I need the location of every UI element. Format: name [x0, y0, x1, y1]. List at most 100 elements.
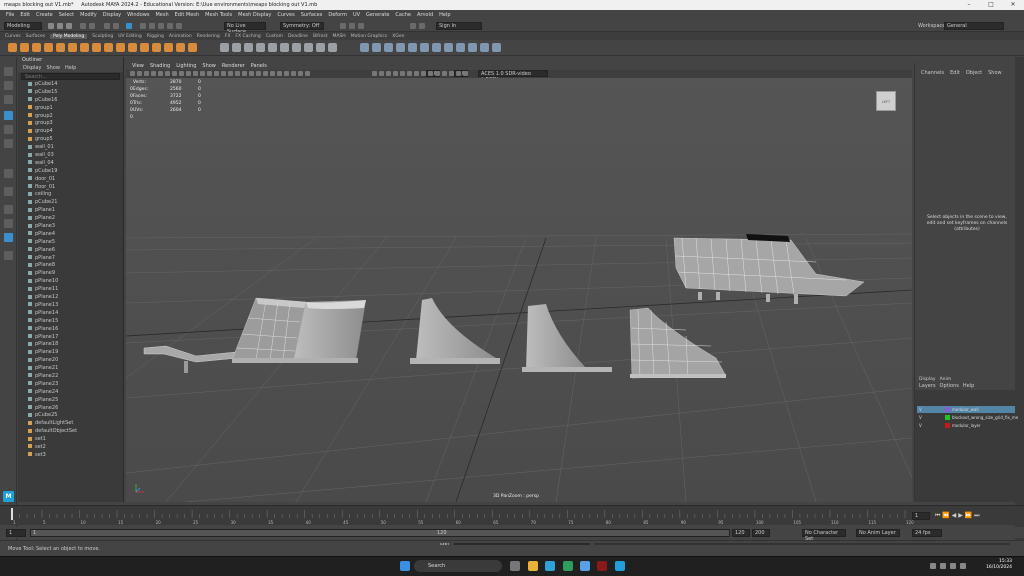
- menu-edit-mesh[interactable]: Edit Mesh: [175, 12, 199, 18]
- paint-select-icon[interactable]: [4, 95, 13, 104]
- range-bar[interactable]: 1 120: [30, 529, 730, 537]
- shelf-tab-poly-modeling[interactable]: Poly Modeling: [50, 34, 88, 39]
- outliner-item[interactable]: door_01: [18, 176, 123, 184]
- outliner-item[interactable]: floor_01: [18, 184, 123, 192]
- shelf-tab-bifrost[interactable]: Bifrost: [313, 34, 328, 39]
- bevel-icon[interactable]: [280, 43, 289, 52]
- viewport-tool-icon[interactable]: [172, 71, 177, 76]
- outliner-item[interactable]: group2: [18, 113, 123, 121]
- select-object-icon[interactable]: [113, 23, 119, 29]
- outliner-item[interactable]: wall_04: [18, 160, 123, 168]
- range-start-field[interactable]: 1: [6, 529, 26, 537]
- outliner-item[interactable]: pPlane21: [18, 365, 123, 373]
- pyramid-icon[interactable]: [104, 43, 113, 52]
- viewport-tool-icon[interactable]: [463, 71, 468, 76]
- torus-icon[interactable]: [56, 43, 65, 52]
- menu-arnold[interactable]: Arnold: [417, 12, 433, 18]
- outliner-item[interactable]: set2: [18, 444, 123, 452]
- outliner-item[interactable]: pPlane19: [18, 349, 123, 357]
- mirror-icon[interactable]: [268, 43, 277, 52]
- shelf-tab-fx-caching[interactable]: FX Caching: [235, 34, 260, 39]
- menu-mesh-display[interactable]: Mesh Display: [238, 12, 271, 18]
- outliner-item[interactable]: group3: [18, 120, 123, 128]
- workspace-dropdown[interactable]: General: [944, 22, 1004, 30]
- maya-taskbar-icon[interactable]: [615, 561, 625, 571]
- minimize-icon[interactable]: –: [958, 0, 980, 10]
- open-scene-icon[interactable]: [57, 23, 63, 29]
- viewport-tool-icon[interactable]: [270, 71, 275, 76]
- outliner-item[interactable]: pPlane9: [18, 270, 123, 278]
- menu-curves[interactable]: Curves: [277, 12, 294, 18]
- viewport-tool-icon[interactable]: [284, 71, 289, 76]
- menu-edit[interactable]: Edit: [20, 12, 30, 18]
- colorspace-dropdown[interactable]: ACES 1.0 SDR-video (sRGB): [478, 70, 548, 83]
- chevron-up-icon[interactable]: [930, 563, 936, 569]
- outliner-item[interactable]: set1: [18, 436, 123, 444]
- viewport-tool-icon[interactable]: [428, 71, 433, 76]
- viewport-tool-icon[interactable]: [277, 71, 282, 76]
- pause-icon[interactable]: [419, 23, 425, 29]
- viewport-tool-icon[interactable]: [242, 71, 247, 76]
- visibility-toggle[interactable]: V: [919, 422, 922, 429]
- outliner-item[interactable]: pPlane3: [18, 223, 123, 231]
- viewport-tool-icon[interactable]: [421, 71, 426, 76]
- viewport-menu-view[interactable]: View: [132, 63, 144, 69]
- viewport-tool-icon[interactable]: [386, 71, 391, 76]
- viewport-tool-icon[interactable]: [291, 71, 296, 76]
- separate-icon[interactable]: [232, 43, 241, 52]
- viewport-tool-icon[interactable]: [151, 71, 156, 76]
- outliner-item[interactable]: pCube25: [18, 412, 123, 420]
- viewport-tool-icon[interactable]: [207, 71, 212, 76]
- outliner-item[interactable]: pCube15: [18, 89, 123, 97]
- outliner-layout-icon[interactable]: [4, 205, 13, 214]
- outliner-item[interactable]: defaultLightSet: [18, 420, 123, 428]
- viewport-tool-icon[interactable]: [186, 71, 191, 76]
- viewport-tool-icon[interactable]: [379, 71, 384, 76]
- outliner-search[interactable]: Search...: [21, 73, 120, 80]
- sew-uv-icon[interactable]: [456, 43, 465, 52]
- viewport-tool-icon[interactable]: [235, 71, 240, 76]
- viewport-tool-icon[interactable]: [442, 71, 447, 76]
- outliner-item[interactable]: pPlane8: [18, 262, 123, 270]
- outliner-item[interactable]: pPlane6: [18, 247, 123, 255]
- range-end-field[interactable]: 120: [732, 529, 750, 537]
- outliner-menu-help[interactable]: Help: [65, 65, 76, 71]
- menu-display[interactable]: Display: [103, 12, 121, 18]
- normals-icon[interactable]: [492, 43, 501, 52]
- outliner-item[interactable]: defaultObjectSet: [18, 428, 123, 436]
- menu-create[interactable]: Create: [36, 12, 53, 18]
- disc-icon[interactable]: [80, 43, 89, 52]
- viewport-tool-icon[interactable]: [407, 71, 412, 76]
- platonic-icon[interactable]: [92, 43, 101, 52]
- outliner-item[interactable]: group4: [18, 128, 123, 136]
- viewport-tool-icon[interactable]: [158, 71, 163, 76]
- shelf-tab-rigging[interactable]: Rigging: [147, 34, 164, 39]
- viewport-tool-icon[interactable]: [435, 71, 440, 76]
- sign-in-dropdown[interactable]: Sign In: [436, 22, 482, 30]
- viewport-tool-icon[interactable]: [372, 71, 377, 76]
- plane-icon[interactable]: [68, 43, 77, 52]
- shelf-tab-surfaces[interactable]: Surfaces: [26, 34, 46, 39]
- outliner-item[interactable]: group1: [18, 105, 123, 113]
- outliner-item[interactable]: pCube19: [18, 168, 123, 176]
- viewport-menu-lighting[interactable]: Lighting: [176, 63, 196, 69]
- viewport-tool-icon[interactable]: [165, 71, 170, 76]
- shelf-tab-motion-graphics[interactable]: Motion Graphics: [351, 34, 388, 39]
- multi-cut-icon[interactable]: [372, 43, 381, 52]
- scale-tool-icon[interactable]: [4, 139, 13, 148]
- boolean-icon[interactable]: [256, 43, 265, 52]
- viewport-tool-icon[interactable]: [263, 71, 268, 76]
- outliner-item[interactable]: pPlane18: [18, 341, 123, 349]
- character-set-dropdown[interactable]: No Character Set: [802, 529, 846, 542]
- windows-start-icon[interactable]: [400, 561, 410, 571]
- viewport-3d[interactable]: [125, 78, 913, 503]
- auto-uv-icon[interactable]: [432, 43, 441, 52]
- viewport-menu-show[interactable]: Show: [202, 63, 216, 69]
- visibility-toggle[interactable]: V: [919, 406, 922, 413]
- planar-uv-icon[interactable]: [420, 43, 429, 52]
- visibility-toggle[interactable]: V: [919, 414, 922, 421]
- outliner-item[interactable]: pPlane25: [18, 397, 123, 405]
- shelf-tab-deadline[interactable]: Deadline: [288, 34, 308, 39]
- mesh-curved-planks[interactable]: [231, 297, 366, 363]
- pipe-icon[interactable]: [128, 43, 137, 52]
